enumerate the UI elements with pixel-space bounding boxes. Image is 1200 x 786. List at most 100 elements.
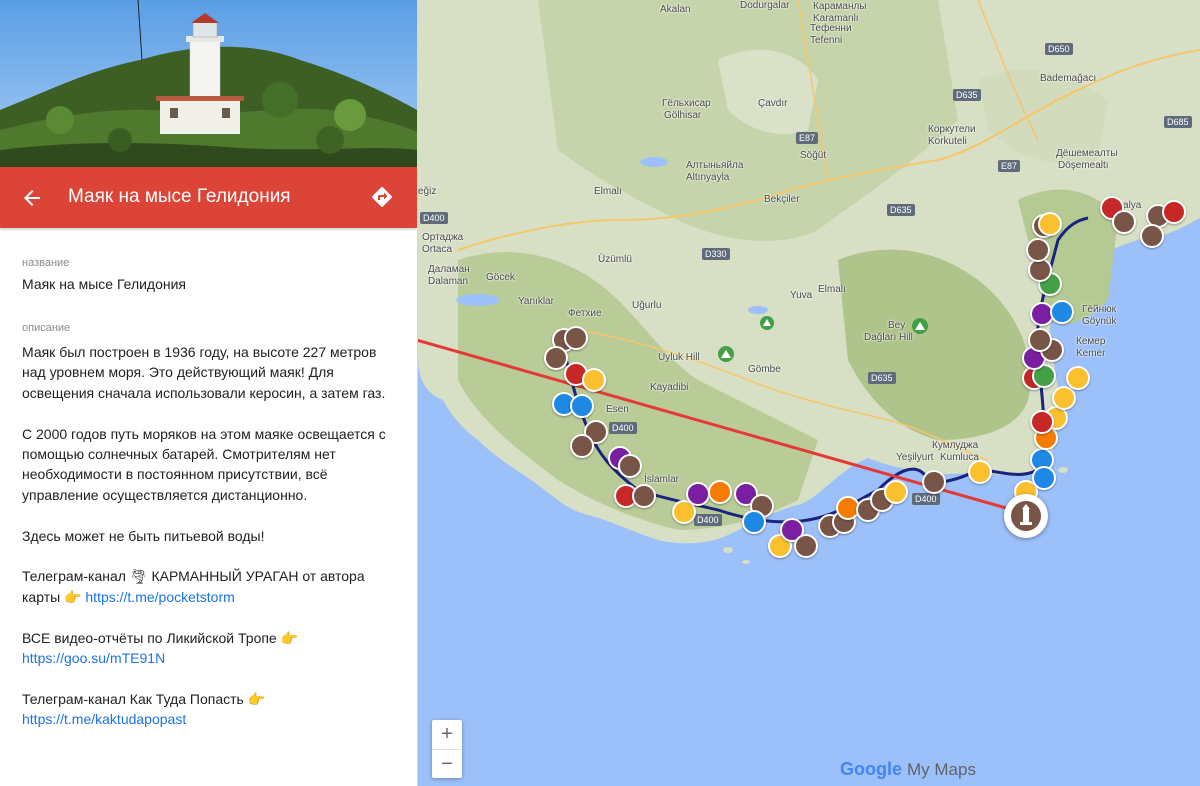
map-label: Дёшемеалты bbox=[1056, 148, 1118, 159]
map-marker[interactable] bbox=[884, 480, 908, 504]
mountain-icon bbox=[760, 316, 774, 330]
videos-link[interactable]: https://goo.su/mTE91N bbox=[22, 650, 165, 666]
map-marker[interactable] bbox=[544, 346, 568, 370]
map-label: Söğüt bbox=[800, 150, 827, 161]
map-label: Bekçiler bbox=[764, 194, 800, 205]
road-shield: E87 bbox=[998, 160, 1021, 172]
description-label: описание bbox=[22, 322, 71, 334]
map-label: Даламан bbox=[428, 264, 470, 275]
google-logo: Google bbox=[840, 759, 902, 779]
place-photo bbox=[0, 0, 417, 167]
map-label: Караманлы bbox=[813, 1, 867, 12]
directions-button[interactable] bbox=[370, 185, 394, 209]
map-label: Dodurgalar bbox=[740, 0, 790, 11]
map-label: Ортаджа bbox=[422, 232, 464, 243]
map-marker[interactable] bbox=[1050, 300, 1074, 324]
map-label: Göcek bbox=[486, 272, 515, 283]
mymaps-logo: My Maps bbox=[907, 760, 976, 779]
road-shield: D400 bbox=[912, 493, 940, 505]
description-text: Маяк был построен в 1936 году, на высоте… bbox=[22, 342, 392, 750]
map-marker[interactable] bbox=[1030, 410, 1054, 434]
selected-lighthouse-marker[interactable] bbox=[1004, 494, 1048, 538]
map-marker[interactable] bbox=[1032, 466, 1056, 490]
map-label: eğiz bbox=[418, 186, 437, 197]
directions-icon bbox=[371, 186, 393, 208]
map-marker[interactable] bbox=[570, 434, 594, 458]
map-label: Göynük bbox=[1082, 316, 1117, 327]
telegram-link[interactable]: https://t.me/pocketstorm bbox=[85, 589, 234, 605]
map-label: Tefenni bbox=[810, 35, 843, 46]
road-shield: D650 bbox=[1045, 43, 1073, 55]
map-label: Bey bbox=[888, 320, 906, 331]
map-marker[interactable] bbox=[618, 454, 642, 478]
map-label: Yanıklar bbox=[518, 296, 554, 307]
road-shield: D400 bbox=[420, 212, 448, 224]
map-label: Гёйнюк bbox=[1082, 304, 1116, 315]
place-details-panel: Маяк на мысе Гелидония название Маяк на … bbox=[0, 0, 418, 786]
map-label: Yeşilyurt bbox=[896, 452, 934, 463]
map-label: Kemer bbox=[1076, 348, 1106, 359]
map-marker[interactable] bbox=[968, 460, 992, 484]
channel-text: Телеграм-канал Как Туда Попасть 👉 bbox=[22, 690, 266, 707]
road-shield: D400 bbox=[694, 514, 722, 526]
map-marker[interactable] bbox=[1112, 210, 1136, 234]
mountain-icon bbox=[912, 318, 928, 334]
map-marker[interactable] bbox=[686, 482, 710, 506]
map-label: Алтыньяйла bbox=[686, 160, 744, 171]
map-label: Altınyayla bbox=[686, 172, 730, 183]
place-title: Маяк на мысе Гелидония bbox=[68, 186, 291, 207]
description-paragraph: ВСЕ видео-отчёты по Ликийской Тропе 👉 htt… bbox=[22, 628, 392, 669]
map-marker[interactable] bbox=[570, 394, 594, 418]
back-button[interactable] bbox=[20, 186, 44, 210]
description-paragraph: Телеграм-канал 🌪 КАРМАННЫЙ УРАГАН от авт… bbox=[22, 566, 392, 607]
map-label: Elmalı bbox=[818, 284, 846, 295]
road-shield: D330 bbox=[702, 248, 730, 260]
road-shield: D635 bbox=[868, 372, 896, 384]
zoom-in-button[interactable]: + bbox=[432, 720, 462, 750]
zoom-out-button[interactable]: − bbox=[432, 750, 462, 779]
map-label: Yuva bbox=[790, 290, 813, 301]
map-label: Akalan bbox=[660, 4, 691, 15]
road-shield: D685 bbox=[1164, 116, 1192, 128]
description-paragraph: С 2000 годов путь моряков на этом маяке … bbox=[22, 425, 386, 503]
map-label: Korkuteli bbox=[928, 136, 967, 147]
map-label: Kayadibi bbox=[650, 382, 689, 393]
map-label: Bademağacı bbox=[1040, 73, 1097, 84]
map-marker[interactable] bbox=[794, 534, 818, 558]
map-marker[interactable] bbox=[708, 480, 732, 504]
map-label: Gömbe bbox=[748, 364, 781, 375]
map-label: Üzümlü bbox=[598, 254, 632, 265]
map-label: Гёльхисар bbox=[662, 98, 711, 109]
map-label: Uğurlu bbox=[632, 300, 662, 311]
map-marker[interactable] bbox=[1162, 200, 1186, 224]
lighthouse-icon bbox=[1011, 501, 1041, 531]
description-paragraph: Здесь может не быть питьевой воды! bbox=[22, 527, 265, 544]
map-marker[interactable] bbox=[582, 368, 606, 392]
road-shield: D635 bbox=[887, 204, 915, 216]
map-label: Elmalı bbox=[594, 186, 622, 197]
arrow-back-icon bbox=[24, 190, 40, 206]
map-marker[interactable] bbox=[564, 326, 588, 350]
map-marker[interactable] bbox=[922, 470, 946, 494]
name-value: Маяк на мысе Гелидония bbox=[22, 276, 187, 292]
map-marker[interactable] bbox=[632, 484, 656, 508]
channel-link[interactable]: https://t.me/kaktudapopast bbox=[22, 711, 186, 727]
map-label: Коркутели bbox=[928, 124, 976, 135]
mountain-icon bbox=[718, 346, 734, 362]
map-marker[interactable] bbox=[742, 510, 766, 534]
map-marker[interactable] bbox=[1038, 212, 1062, 236]
map-marker[interactable] bbox=[1028, 328, 1052, 352]
map-marker[interactable] bbox=[1066, 366, 1090, 390]
map-canvas[interactable]: D650 D635 D685 E87 E87 D400 D635 D330 D6… bbox=[418, 0, 1200, 786]
road-shield: D400 bbox=[609, 422, 637, 434]
road-shield: E87 bbox=[796, 132, 819, 144]
map-label: Dağları Hill bbox=[864, 332, 913, 343]
map-label: Gölhisar bbox=[664, 110, 702, 121]
map-label: Çavdır bbox=[758, 98, 788, 109]
map-marker[interactable] bbox=[1052, 386, 1076, 410]
map-marker[interactable] bbox=[1140, 224, 1164, 248]
map-label: Фетхие bbox=[568, 308, 602, 319]
map-label: Döşemealtı bbox=[1058, 160, 1109, 171]
map-label: Uyluk Hill bbox=[658, 352, 700, 363]
map-marker[interactable] bbox=[1026, 238, 1050, 262]
